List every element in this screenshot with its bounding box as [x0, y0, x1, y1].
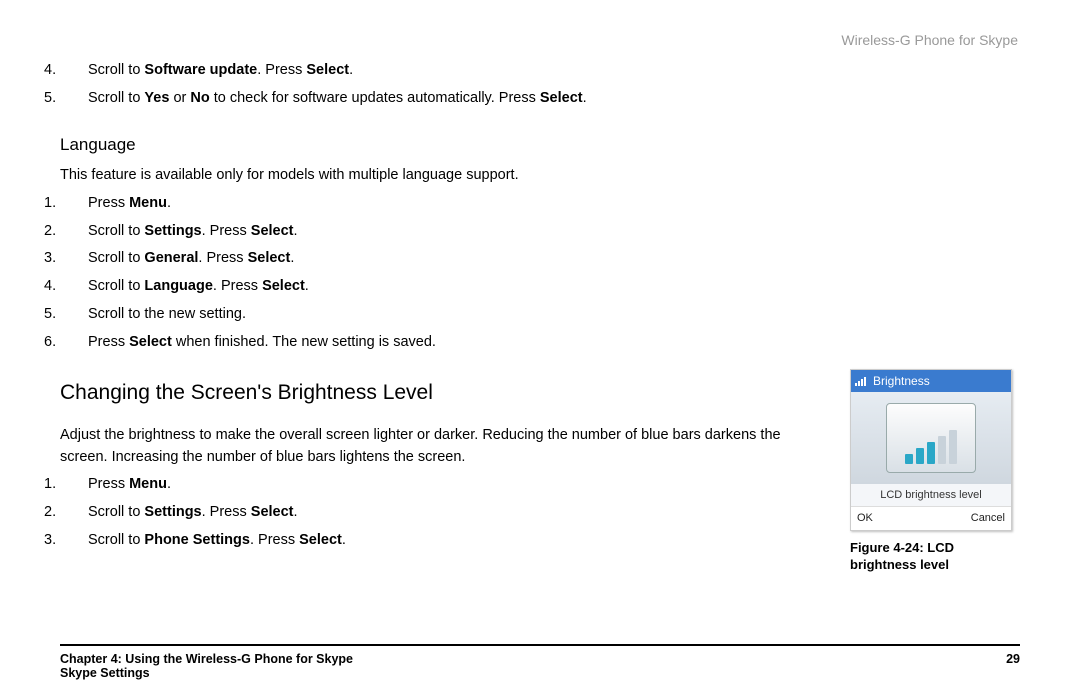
instruction-list-language: 1.Press Menu. 2.Scroll to Settings. Pres… — [60, 193, 1020, 354]
list-item: 3.Scroll to Phone Settings. Press Select… — [88, 530, 820, 552]
list-item: 4.Scroll to Language. Press Select. — [88, 276, 1020, 298]
instruction-list-brightness: 1.Press Menu. 2.Scroll to Settings. Pres… — [60, 474, 820, 551]
footer-sub: Skype Settings — [60, 666, 353, 680]
phone-screen-label: LCD brightness level — [851, 484, 1011, 507]
list-item: 2.Scroll to Settings. Press Select. — [88, 502, 820, 524]
list-item: 5.Scroll to the new setting. — [88, 304, 1020, 326]
brightness-bars-icon — [886, 403, 976, 473]
list-item: 1.Press Menu. — [88, 474, 820, 496]
list-item: 5.Scroll to Yes or No to check for softw… — [88, 88, 1020, 110]
phone-screenshot: Brightness LCD brightness level OK — [850, 369, 1012, 531]
header-product-name: Wireless-G Phone for Skype — [841, 32, 1018, 48]
list-item: 3.Scroll to General. Press Select. — [88, 248, 1020, 270]
language-intro: This feature is available only for model… — [60, 165, 1020, 187]
heading-language: Language — [60, 132, 1020, 158]
signal-icon — [855, 376, 869, 386]
softkey-cancel: Cancel — [971, 510, 1005, 527]
figure-caption-line2: brightness level — [850, 557, 949, 572]
page-footer: Chapter 4: Using the Wireless-G Phone fo… — [60, 644, 1020, 680]
figure-caption-line1: Figure 4-24: LCD — [850, 540, 954, 555]
brightness-intro: Adjust the brightness to make the overal… — [60, 425, 820, 469]
figure-lcd-brightness: Brightness LCD brightness level OK — [850, 369, 1020, 574]
page-number: 29 — [1006, 652, 1020, 680]
list-item: 4.Scroll to Software update. Press Selec… — [88, 60, 1020, 82]
list-item: 2.Scroll to Settings. Press Select. — [88, 221, 1020, 243]
list-item: 1.Press Menu. — [88, 193, 1020, 215]
footer-chapter: Chapter 4: Using the Wireless-G Phone fo… — [60, 652, 353, 666]
list-item: 6.Press Select when finished. The new se… — [88, 332, 1020, 354]
softkey-ok: OK — [857, 510, 873, 527]
phone-topbar-title: Brightness — [873, 372, 930, 390]
instruction-list-software-update: 4.Scroll to Software update. Press Selec… — [60, 60, 1020, 110]
